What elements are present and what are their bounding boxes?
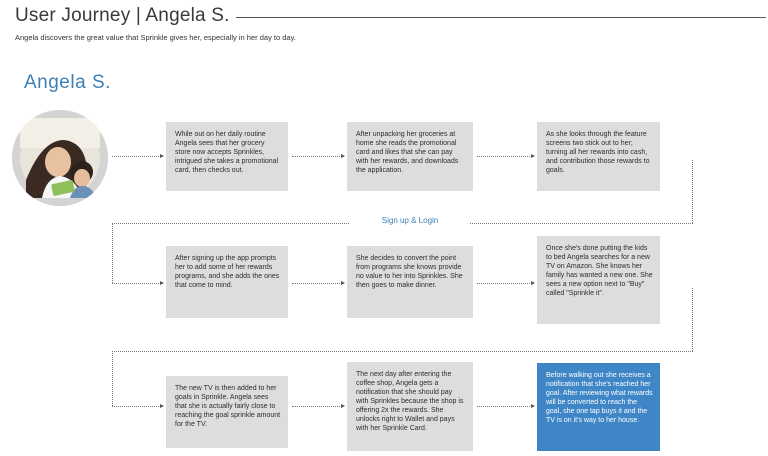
connector-line [692,288,693,351]
page-title: User Journey | Angela S. [15,5,230,26]
connector-arrow [112,283,161,284]
journey-step-card: After signing up the app prompts her to … [166,246,288,318]
journey-step-card: After unpacking her groceries at home sh… [347,122,473,191]
connector-line [692,160,693,223]
journey-step-card-goal-reached: Before walking out she receives a notifi… [537,363,660,451]
page-subtitle: Angela discovers the great value that Sp… [15,33,296,42]
persona-avatar [12,110,108,206]
connector-arrow [477,406,532,407]
connector-arrow [477,156,532,157]
arrowhead-icon [531,153,535,158]
connector-arrow [477,283,532,284]
connector-line [112,351,693,352]
connector-arrow [292,156,342,157]
connector-arrow [292,283,342,284]
journey-step-card: The new TV is then added to her goals in… [166,376,288,448]
connector-arrow [112,406,161,407]
step-label-signup-login: Sign up & Login [350,216,470,225]
connector-line [112,351,113,406]
arrowhead-icon [531,403,535,408]
arrowhead-icon [160,153,164,158]
journey-step-card: She decides to convert the point from pr… [347,246,473,318]
persona-photo [12,110,108,206]
title-rule [236,17,766,18]
connector-line [112,223,113,283]
persona-name: Angela S. [24,72,111,93]
journey-step-card: As she looks through the feature screens… [537,122,660,191]
journey-step-card: While out on her daily routine Angela se… [166,122,288,191]
arrowhead-icon [341,153,345,158]
connector-arrow [112,156,161,157]
arrowhead-icon [341,280,345,285]
arrowhead-icon [531,280,535,285]
arrowhead-icon [341,403,345,408]
journey-step-card: Once she's done putting the kids to bed … [537,236,660,324]
arrowhead-icon [160,280,164,285]
connector-arrow [292,406,342,407]
journey-step-card: The next day after entering the coffee s… [347,362,473,451]
arrowhead-icon [160,403,164,408]
